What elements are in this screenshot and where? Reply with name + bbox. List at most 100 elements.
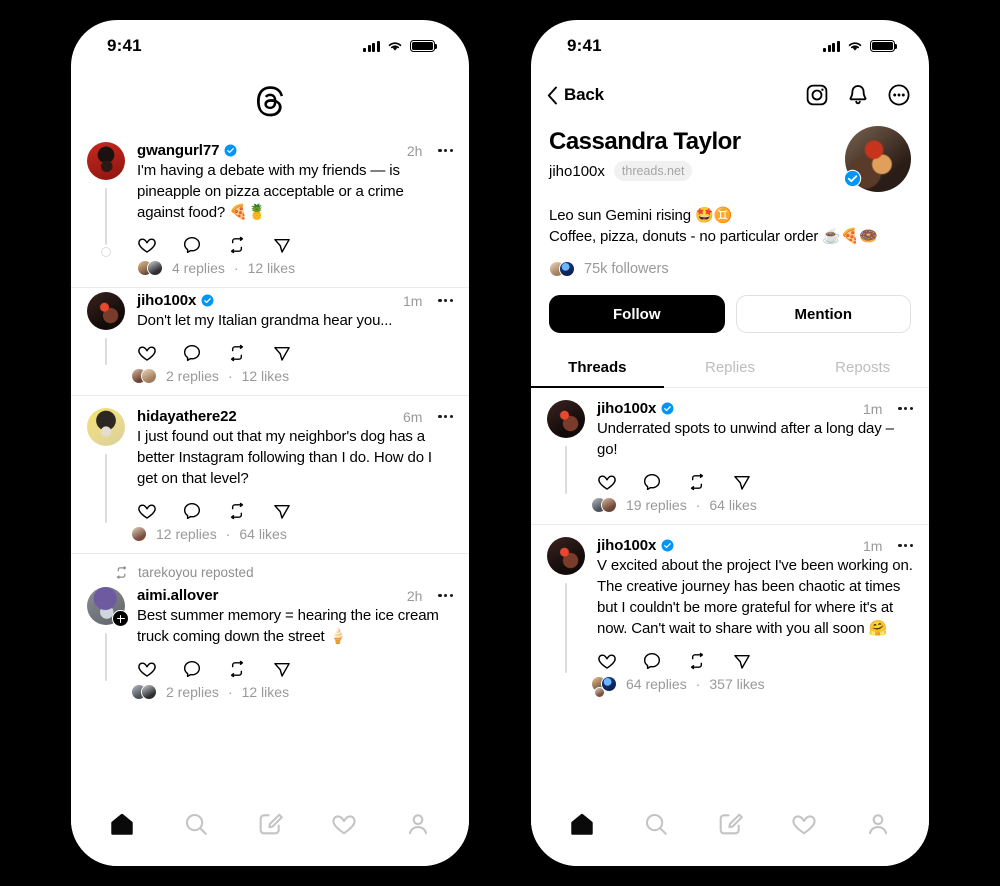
meta-separator: · (695, 497, 701, 513)
post-gutter (87, 408, 125, 523)
avatar[interactable] (87, 142, 125, 180)
repost-icon[interactable] (227, 659, 247, 679)
like-count[interactable]: 12 likes (242, 684, 289, 700)
activity-heart-icon[interactable] (331, 811, 357, 837)
share-icon[interactable] (272, 235, 292, 255)
instagram-icon[interactable] (805, 83, 829, 107)
home-icon[interactable] (109, 811, 135, 837)
feed-list-right[interactable]: jiho100x 1m Underrated spots to unwind a… (531, 388, 929, 792)
post-username[interactable]: hidayathere22 (137, 408, 237, 425)
comment-icon[interactable] (182, 235, 202, 255)
post-username[interactable]: jiho100x (597, 537, 656, 554)
follow-plus-badge-icon[interactable] (112, 610, 129, 627)
post-more-options-icon[interactable] (427, 414, 453, 419)
bell-icon[interactable] (846, 83, 870, 107)
share-icon[interactable] (272, 659, 292, 679)
reply-count[interactable]: 2 replies (166, 368, 219, 384)
more-circle-icon[interactable] (887, 83, 911, 107)
like-count[interactable]: 357 likes (709, 676, 764, 692)
post-text: Don't let my Italian grandma hear you... (137, 312, 393, 329)
tab-replies[interactable]: Replies (664, 349, 797, 387)
avatar[interactable] (547, 400, 585, 438)
share-icon[interactable] (272, 501, 292, 521)
post-more-options-icon[interactable] (427, 298, 453, 303)
reply-facepile (591, 675, 617, 698)
share-icon[interactable] (732, 651, 752, 671)
meta-separator: · (225, 526, 231, 542)
repost-label-row: tarekoyou reposted (87, 554, 453, 581)
feed-list-left[interactable]: gwangurl77 2h I'm having a debate with m… (71, 130, 469, 792)
like-icon[interactable] (137, 501, 157, 521)
verified-badge-icon (201, 294, 214, 307)
profile-domain-chip[interactable]: threads.net (613, 161, 693, 181)
post-item[interactable]: jiho100x 1m Underrated spots to unwind a… (531, 388, 929, 525)
repost-icon[interactable] (227, 343, 247, 363)
compose-icon[interactable] (717, 811, 743, 837)
repost-icon[interactable] (227, 501, 247, 521)
tab-threads[interactable]: Threads (531, 349, 664, 388)
post-more-options-icon[interactable] (887, 543, 913, 548)
search-icon[interactable] (183, 811, 209, 837)
reply-count[interactable]: 4 replies (172, 260, 225, 276)
like-count[interactable]: 64 likes (239, 526, 286, 542)
avatar[interactable] (87, 587, 129, 627)
reply-count[interactable]: 12 replies (156, 526, 217, 542)
status-indicators (362, 40, 438, 52)
share-icon[interactable] (732, 472, 752, 492)
activity-heart-icon[interactable] (791, 811, 817, 837)
back-button[interactable]: Back (547, 85, 604, 105)
follow-button[interactable]: Follow (549, 295, 725, 333)
post-item-repost[interactable]: tarekoyou reposted aimi.allover 2h Best … (71, 554, 469, 711)
thread-connector-line (565, 583, 567, 673)
mention-button[interactable]: Mention (735, 295, 911, 333)
post-text: I just found out that my neighbor's dog … (137, 428, 432, 487)
post-username[interactable]: gwangurl77 (137, 142, 219, 159)
post-actions (597, 651, 913, 671)
meta-separator: · (233, 260, 239, 276)
profile-avatar[interactable] (843, 126, 911, 192)
home-icon[interactable] (569, 811, 595, 837)
like-icon[interactable] (597, 472, 617, 492)
comment-icon[interactable] (642, 651, 662, 671)
comment-icon[interactable] (182, 343, 202, 363)
post-more-options-icon[interactable] (427, 148, 453, 153)
like-icon[interactable] (137, 343, 157, 363)
repost-icon[interactable] (227, 235, 247, 255)
post-more-options-icon[interactable] (427, 593, 453, 598)
reply-count[interactable]: 19 replies (626, 497, 687, 513)
like-icon[interactable] (597, 651, 617, 671)
like-icon[interactable] (137, 659, 157, 679)
post-item[interactable]: jiho100x 1m Don't let my Italian grandma… (71, 288, 469, 396)
reply-count[interactable]: 2 replies (166, 684, 219, 700)
post-username[interactable]: jiho100x (137, 292, 196, 309)
compose-icon[interactable] (257, 811, 283, 837)
comment-icon[interactable] (642, 472, 662, 492)
tab-reposts[interactable]: Reposts (796, 349, 929, 387)
thread-connector-dot (101, 247, 111, 257)
profile-person-icon[interactable] (865, 811, 891, 837)
reply-count[interactable]: 64 replies (626, 676, 687, 692)
like-count[interactable]: 12 likes (242, 368, 289, 384)
post-username[interactable]: aimi.allover (137, 587, 218, 604)
followers-row[interactable]: 75k followers (549, 260, 911, 278)
post-item[interactable]: hidayathere22 6m I just found out that m… (71, 396, 469, 554)
like-count[interactable]: 12 likes (248, 260, 295, 276)
avatar[interactable] (87, 292, 125, 330)
share-icon[interactable] (272, 343, 292, 363)
repost-icon[interactable] (687, 472, 707, 492)
search-icon[interactable] (643, 811, 669, 837)
post-item[interactable]: gwangurl77 2h I'm having a debate with m… (71, 130, 469, 288)
post-header: hidayathere22 6m (137, 408, 453, 425)
post-more-options-icon[interactable] (887, 406, 913, 411)
avatar[interactable] (87, 408, 125, 446)
profile-person-icon[interactable] (405, 811, 431, 837)
post-item[interactable]: jiho100x 1m V excited about the project … (531, 525, 929, 703)
repost-icon[interactable] (687, 651, 707, 671)
post-text: Best summer memory = hearing the ice cre… (137, 607, 439, 645)
like-count[interactable]: 64 likes (709, 497, 756, 513)
comment-icon[interactable] (182, 501, 202, 521)
avatar[interactable] (547, 537, 585, 575)
comment-icon[interactable] (182, 659, 202, 679)
like-icon[interactable] (137, 235, 157, 255)
post-username[interactable]: jiho100x (597, 400, 656, 417)
